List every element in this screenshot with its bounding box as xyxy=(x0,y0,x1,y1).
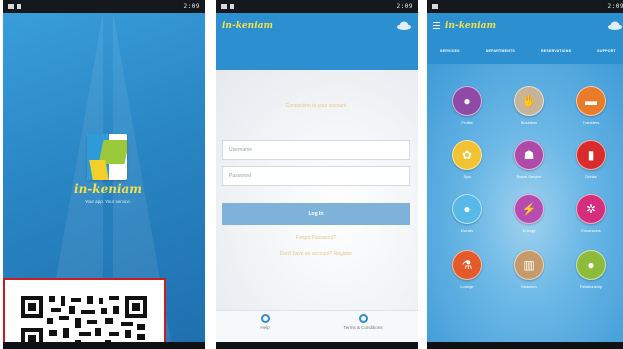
forgot-password-link[interactable]: Forgot Password? xyxy=(246,235,386,241)
login-button[interactable]: Log In xyxy=(222,203,410,225)
dashboard-screen: 2:09 in-keniam SERVICES DEPARTMENTS RESE… xyxy=(427,0,623,349)
splash-brand: in-keniam xyxy=(74,182,142,196)
header-band xyxy=(216,38,418,70)
status-icons-left xyxy=(8,4,21,9)
system-nav-bar xyxy=(3,342,205,349)
status-time: 2:09 xyxy=(183,3,200,10)
cloud-icon[interactable] xyxy=(607,21,623,30)
help-icon xyxy=(260,314,270,323)
system-nav-bar xyxy=(216,342,418,349)
username-placeholder: Username xyxy=(229,147,253,153)
app-header: in-keniam xyxy=(427,13,623,38)
energy-icon: ⚡ xyxy=(514,194,544,224)
tab-departments[interactable]: DEPARTMENTS xyxy=(486,49,515,53)
status-time: 2:09 xyxy=(607,3,623,10)
password-placeholder: Password xyxy=(229,173,251,179)
chat-icon: ● xyxy=(576,250,606,280)
grid-item-label: Events xyxy=(460,228,474,233)
grid-item-events[interactable]: ● Events xyxy=(437,194,497,233)
login-screen: 2:09 in-keniam Connection to your accoun… xyxy=(216,0,418,349)
menu-icon[interactable] xyxy=(433,22,440,29)
app-logo xyxy=(87,134,127,180)
grid-item-museum[interactable]: ▥ Museum xyxy=(499,250,559,289)
grid-item-transfers[interactable]: ▬ Transfers xyxy=(561,86,621,125)
header-brand: in-keniam xyxy=(445,20,496,31)
grid-item-label: Room Service xyxy=(516,174,542,179)
status-bar: 2:09 xyxy=(427,0,623,13)
grid-item-label: Business xyxy=(520,120,538,125)
qr-code-frame[interactable] xyxy=(3,278,166,349)
grid-item-label: Transfers xyxy=(582,120,600,125)
status-icons-left xyxy=(221,4,234,9)
grid-item-label: Energy xyxy=(522,228,536,233)
grid-item-label: Drinks xyxy=(585,174,597,179)
service-icon: ☗ xyxy=(514,140,544,170)
footer-bar: Help Terms & Conditions xyxy=(216,310,418,342)
grid-item-label: Excursions xyxy=(581,228,601,233)
grid-item-label: Relationship xyxy=(579,284,602,289)
grid-item-spa[interactable]: ✿ Spa xyxy=(437,140,497,179)
grid-item-relationship[interactable]: ● Relationship xyxy=(561,250,621,289)
flask-icon: ⚗ xyxy=(452,250,482,280)
help-button[interactable]: Help xyxy=(230,314,300,330)
category-tabs: SERVICES DEPARTMENTS RESERVATIONS SUPPOR… xyxy=(427,38,623,64)
bus-icon: ▬ xyxy=(576,86,606,116)
register-link[interactable]: Don't have an account? Register xyxy=(246,251,386,257)
login-title: Connection to your account xyxy=(285,103,347,109)
splash-tagline: Your app. Your service. xyxy=(84,199,132,204)
bank-icon: ▥ xyxy=(514,250,544,280)
status-bar: 2:09 xyxy=(3,0,205,13)
grid-item-label: Spa xyxy=(463,174,471,179)
username-field[interactable]: Username xyxy=(222,140,410,160)
grid-item-energy[interactable]: ⚡ Energy xyxy=(499,194,559,233)
status-time: 2:09 xyxy=(396,3,413,10)
splash-screen: 2:09 in-keniam Your app. Your service. xyxy=(3,0,205,349)
terms-button[interactable]: Terms & Conditions xyxy=(328,314,398,330)
handshake-icon: ✋ xyxy=(514,86,544,116)
terms-icon xyxy=(358,314,368,323)
drink-icon: ▮ xyxy=(576,140,606,170)
status-icons-left xyxy=(432,4,438,9)
drop-icon: ● xyxy=(452,194,482,224)
palm-icon: ✲ xyxy=(576,194,606,224)
tab-support[interactable]: SUPPORT xyxy=(597,49,616,53)
app-header: in-keniam xyxy=(216,13,418,38)
grid-item-excursions[interactable]: ✲ Excursions xyxy=(561,194,621,233)
grid-item-label: Profile xyxy=(461,120,473,125)
grid-item-drinks[interactable]: ▮ Drinks xyxy=(561,140,621,179)
grid-item-label: Lounge xyxy=(460,284,474,289)
password-field[interactable]: Password xyxy=(222,166,410,186)
grid-item-business[interactable]: ✋ Business xyxy=(499,86,559,125)
spa-icon: ✿ xyxy=(452,140,482,170)
terms-label: Terms & Conditions xyxy=(343,325,383,330)
tab-reservations[interactable]: RESERVATIONS xyxy=(541,49,571,53)
tab-services[interactable]: SERVICES xyxy=(440,49,460,53)
header-brand: in-keniam xyxy=(222,20,273,31)
grid-item-lounge[interactable]: ⚗ Lounge xyxy=(437,250,497,289)
grid-item-label: Museum xyxy=(521,284,537,289)
system-nav-bar xyxy=(427,342,623,349)
grid-item-profile[interactable]: ● Profile xyxy=(437,86,497,125)
grid-item-room-service[interactable]: ☗ Room Service xyxy=(499,140,559,179)
person-icon: ● xyxy=(452,86,482,116)
status-bar: 2:09 xyxy=(216,0,418,13)
cloud-icon[interactable] xyxy=(396,21,412,30)
help-label: Help xyxy=(260,325,270,330)
